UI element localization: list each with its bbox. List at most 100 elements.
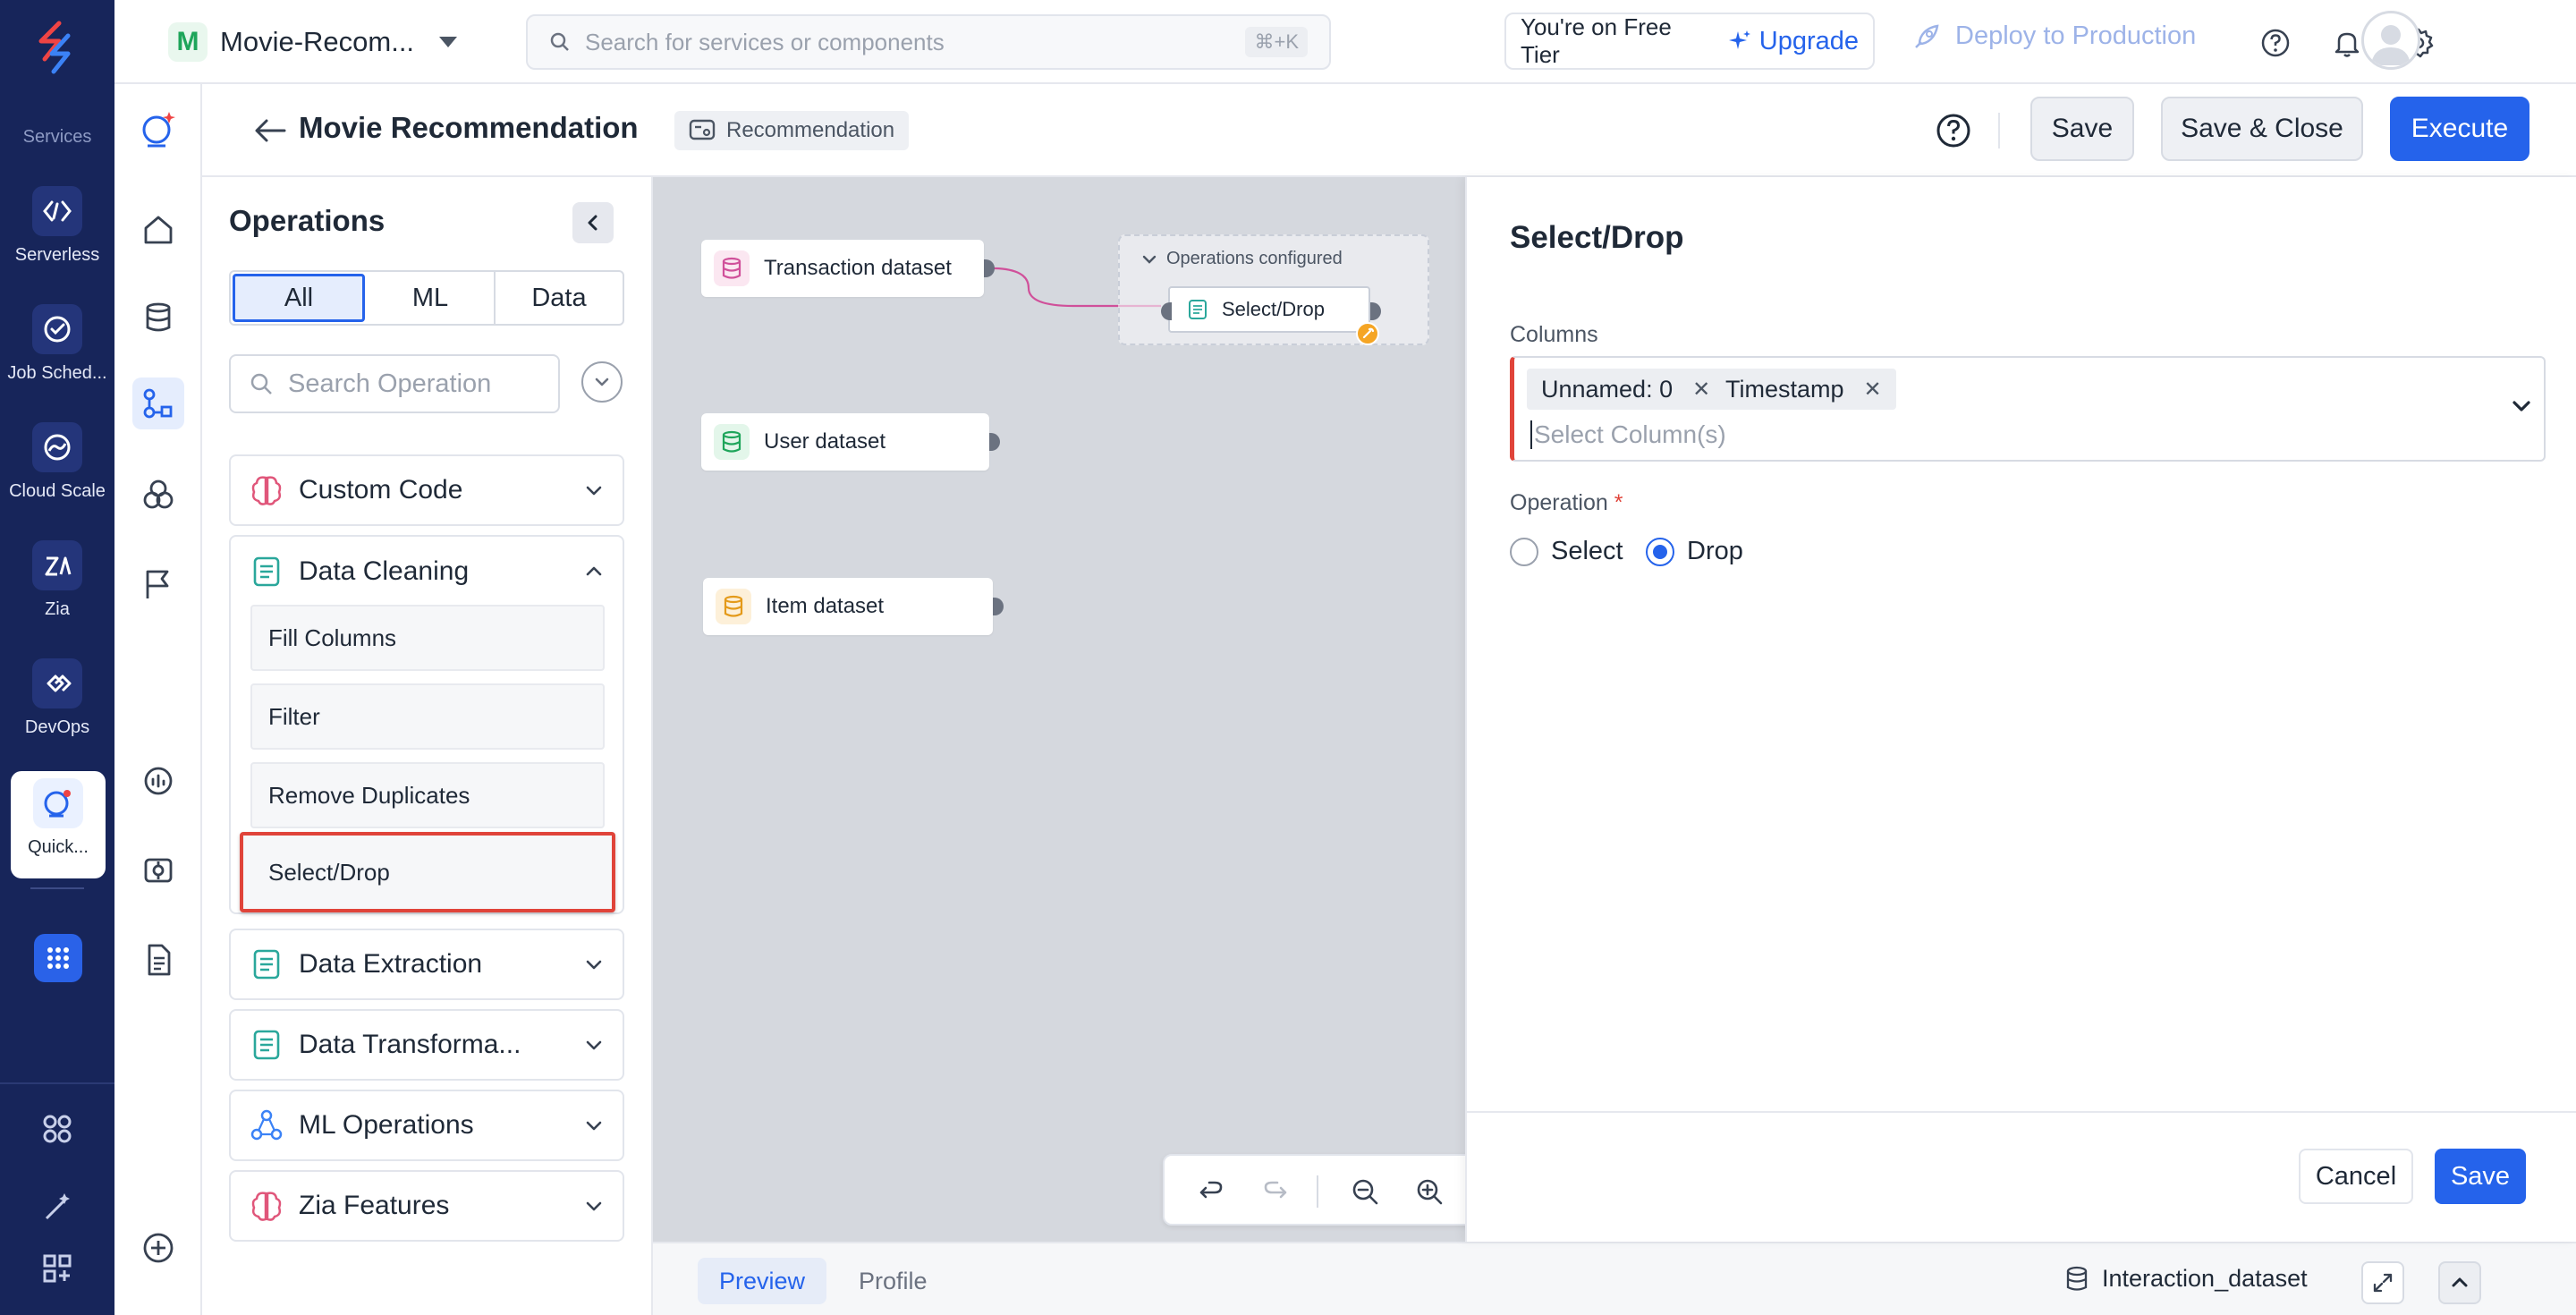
project-switcher[interactable]: M Movie-Recom... (168, 20, 458, 64)
pipeline-canvas[interactable]: Transaction dataset User dataset Item da… (653, 177, 1485, 1242)
help-icon[interactable] (1934, 111, 1973, 150)
database-icon[interactable] (132, 292, 184, 344)
integrations-icon[interactable] (38, 1109, 77, 1149)
document-icon[interactable] (132, 934, 184, 986)
upgrade-link[interactable]: Upgrade (1727, 27, 1859, 56)
zoom-out-icon[interactable] (1347, 1174, 1383, 1209)
node-label: Select/Drop (1222, 298, 1325, 320)
add-circle-icon[interactable] (132, 1222, 184, 1274)
collapse-panel-button[interactable] (572, 202, 614, 243)
project-avatar: M (168, 22, 208, 62)
output-port[interactable] (1370, 302, 1381, 320)
group-header[interactable]: Operations configured (1141, 249, 1343, 269)
rail-item-serverless[interactable]: Serverless (0, 179, 114, 286)
save-button[interactable]: Save (2030, 97, 2134, 161)
node-select-drop[interactable]: Select/Drop (1161, 286, 1381, 333)
radio-select[interactable]: Select (1510, 537, 1623, 566)
group-title: Operations configured (1166, 249, 1343, 268)
user-avatar[interactable] (2361, 11, 2420, 70)
execute-button[interactable]: Execute (2390, 97, 2529, 161)
chevron-down-icon (586, 1040, 602, 1050)
settings-box-icon[interactable] (132, 844, 184, 896)
node-label: Item dataset (766, 594, 885, 618)
category-header[interactable]: Data Cleaning (231, 537, 623, 607)
help-icon[interactable] (2256, 23, 2295, 63)
save-and-close-button[interactable]: Save & Close (2161, 97, 2363, 161)
remove-chip-icon[interactable]: ✕ (1864, 377, 1882, 403)
analytics-icon[interactable] (132, 755, 184, 807)
tab-profile[interactable]: Profile (837, 1258, 949, 1304)
dataset-icon (714, 250, 750, 286)
chevron-down-icon[interactable] (2507, 392, 2536, 420)
category-data-extraction[interactable]: Data Extraction (229, 929, 624, 1000)
tab-ml[interactable]: ML (367, 272, 496, 324)
chevron-up-icon[interactable] (2438, 1261, 2481, 1304)
node-transaction-dataset[interactable]: Transaction dataset (701, 240, 995, 297)
zoom-in-icon[interactable] (1411, 1174, 1447, 1209)
rail-item-zia[interactable]: Zia (0, 533, 114, 641)
serverless-icon (32, 186, 82, 236)
deploy-to-production-button[interactable]: Deploy to Production (1912, 21, 2196, 51)
dataset-name: Interaction_dataset (2102, 1265, 2308, 1292)
operation-config-panel: Select/Drop Columns Unnamed: 0 ✕ Timesta… (1465, 177, 2576, 1242)
back-arrow-icon[interactable] (250, 111, 290, 150)
job-scheduling-icon (32, 304, 82, 354)
divider (1467, 1111, 2576, 1113)
search-icon (550, 32, 569, 51)
rail-item-quickml[interactable]: Quick... (11, 771, 106, 878)
magic-wand-icon[interactable] (38, 1186, 77, 1226)
add-widget-icon[interactable] (38, 1249, 77, 1288)
quickml-logo-icon[interactable] (132, 104, 184, 156)
operation-filter[interactable]: Filter (250, 683, 605, 750)
columns-label: Columns (1510, 322, 1598, 347)
category-ml-operations[interactable]: ML Operations (229, 1090, 624, 1161)
tab-preview[interactable]: Preview (698, 1258, 827, 1304)
operation-fill-columns[interactable]: Fill Columns (250, 605, 605, 671)
rail-item-label: Cloud Scale (9, 481, 106, 501)
config-save-button[interactable]: Save (2435, 1149, 2526, 1204)
columns-placeholder[interactable]: Select Column(s) (1530, 420, 1726, 449)
search-operation-input[interactable]: Search Operation (229, 354, 560, 413)
node-item-dataset[interactable]: Item dataset (703, 578, 1004, 635)
operation-select-drop[interactable]: Select/Drop (240, 832, 615, 912)
rail-item-label: Serverless (14, 245, 100, 265)
tab-all[interactable]: All (233, 274, 365, 322)
node-user-dataset[interactable]: User dataset (701, 413, 1000, 471)
radio-drop[interactable]: Drop (1646, 537, 1743, 566)
operation-remove-duplicates[interactable]: Remove Duplicates (250, 762, 605, 828)
pipeline-icon[interactable] (132, 378, 184, 429)
flag-icon[interactable] (132, 558, 184, 610)
category-custom-code[interactable]: Custom Code (229, 454, 624, 526)
column-chip: Unnamed: 0 ✕ (1527, 369, 1725, 410)
catalyst-logo-icon[interactable] (32, 20, 82, 77)
column-chip: Timestamp ✕ (1711, 369, 1896, 410)
columns-multiselect[interactable]: Unnamed: 0 ✕ Timestamp ✕ Select Column(s… (1510, 356, 2546, 462)
chevron-down-icon (586, 960, 602, 970)
chip-label: Unnamed: 0 (1541, 375, 1674, 403)
expand-icon[interactable] (2361, 1261, 2404, 1304)
undo-icon[interactable] (1193, 1174, 1229, 1209)
operation-label: Operation * (1510, 490, 1623, 516)
tab-data[interactable]: Data (496, 272, 623, 324)
quickml-icon (33, 778, 83, 828)
all-apps-grid-icon[interactable] (34, 934, 82, 982)
category-label: Custom Code (299, 475, 463, 505)
home-icon[interactable] (132, 204, 184, 256)
chevron-down-icon (595, 378, 609, 386)
remove-chip-icon[interactable]: ✕ (1692, 377, 1710, 403)
current-dataset: Interaction_dataset (2064, 1265, 2308, 1293)
deploy-label: Deploy to Production (1955, 21, 2197, 50)
filter-dropdown-button[interactable] (581, 361, 623, 403)
rail-item-job-scheduling[interactable]: Job Sched... (0, 297, 114, 404)
redo-icon[interactable] (1258, 1174, 1293, 1209)
rail-item-cloud-scale[interactable]: Cloud Scale (0, 415, 114, 522)
category-data-transformation[interactable]: Data Transforma... (229, 1009, 624, 1081)
cancel-button[interactable]: Cancel (2299, 1149, 2413, 1204)
global-search-input[interactable]: Search for services or components ⌘+K (526, 14, 1331, 70)
rail-divider (30, 887, 84, 889)
input-port[interactable] (1161, 302, 1172, 320)
category-zia-features[interactable]: Zia Features (229, 1170, 624, 1242)
brain-icon (251, 476, 282, 505)
models-icon[interactable] (132, 469, 184, 521)
rail-item-devops[interactable]: DevOps (0, 651, 114, 759)
